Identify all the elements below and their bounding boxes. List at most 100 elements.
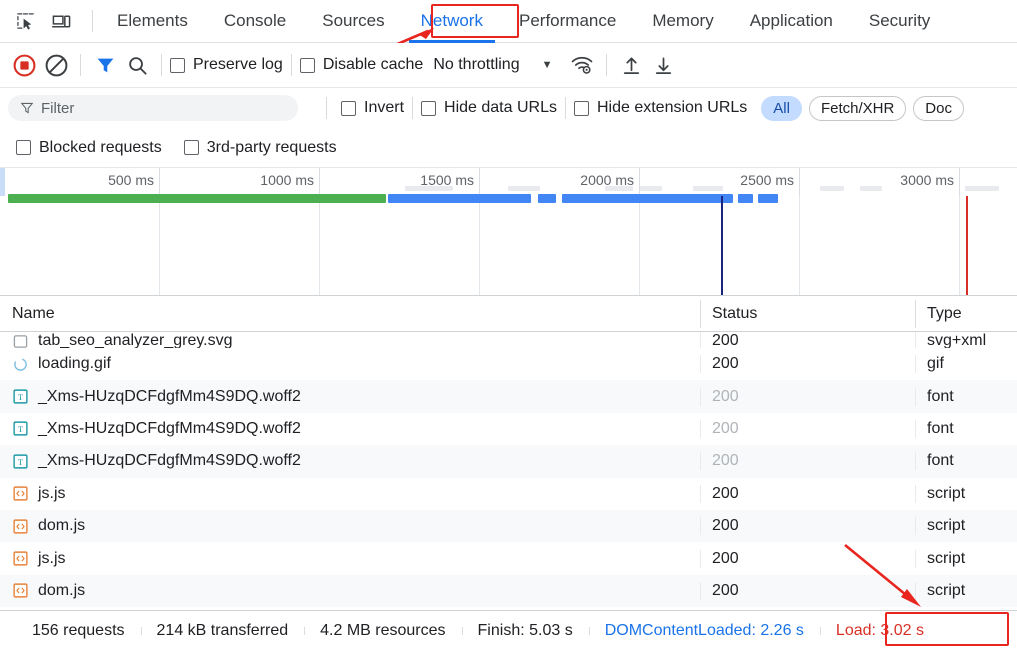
tab-network[interactable]: Network <box>403 0 501 43</box>
toolbar-divider-1 <box>80 54 81 76</box>
tabbar-divider <box>92 10 93 32</box>
third-party-requests-checkbox[interactable]: 3rd-party requests <box>184 139 337 157</box>
tab-elements[interactable]: Elements <box>99 0 206 43</box>
tab-memory[interactable]: Memory <box>634 0 731 43</box>
column-header-type[interactable]: Type <box>915 296 1017 332</box>
overview-band-blue <box>562 194 733 203</box>
table-row[interactable]: tab_seo_analyzer_grey.svg 200 svg+xml <box>0 332 1017 348</box>
request-name: dom.js <box>38 582 85 600</box>
cell-type: gif <box>915 355 1017 373</box>
disable-cache-checkbox[interactable]: Disable cache <box>300 56 424 74</box>
tab-console-label: Console <box>224 11 286 31</box>
hide-extension-urls-checkbox[interactable]: Hide extension URLs <box>574 99 747 117</box>
svg-file-icon <box>12 333 29 349</box>
request-name: js.js <box>38 485 66 503</box>
font-file-icon: T <box>12 388 29 405</box>
overview-tick-2500: 2500 ms <box>640 168 800 196</box>
table-row[interactable]: dom.js 200 script <box>0 575 1017 607</box>
cell-name: dom.js <box>0 582 700 600</box>
preserve-log-checkbox[interactable]: Preserve log <box>170 56 283 74</box>
status-resources: 4.2 MB resources <box>304 622 461 640</box>
table-row[interactable]: T _Xms-HUzqDCFdgfMm4S9DQ.woff2 200 font <box>0 380 1017 412</box>
load-event-marker <box>966 196 968 295</box>
tab-console[interactable]: Console <box>206 0 304 43</box>
request-name: _Xms-HUzqDCFdgfMm4S9DQ.woff2 <box>38 388 301 406</box>
status-requests: 156 requests <box>16 622 141 640</box>
import-har-icon[interactable] <box>615 49 647 81</box>
throttling-value: No throttling <box>433 56 519 74</box>
devtools-tool-icons <box>0 6 86 36</box>
cell-name: loading.gif <box>0 355 700 373</box>
overview-ghost-bar <box>405 186 453 191</box>
device-toolbar-icon[interactable] <box>46 6 76 36</box>
type-filter-fetch-xhr[interactable]: Fetch/XHR <box>809 96 906 121</box>
table-row[interactable]: loading.gif 200 gif <box>0 348 1017 380</box>
svg-text:T: T <box>18 457 23 467</box>
overview-gridline-3 <box>320 196 480 295</box>
type-filter-doc[interactable]: Doc <box>913 96 964 121</box>
wifi-settings-icon[interactable] <box>566 49 598 81</box>
overview-ghost-bar <box>965 186 999 191</box>
overview-band-blue <box>388 194 531 203</box>
cell-status: 200 <box>700 332 915 348</box>
overview-band-green <box>8 194 386 203</box>
tab-memory-label: Memory <box>652 11 713 31</box>
filter-divider-1 <box>412 97 413 119</box>
overview-ghost-bar <box>860 186 882 191</box>
record-stop-icon[interactable] <box>8 49 40 81</box>
throttling-select[interactable]: No throttling ▼ <box>433 56 552 74</box>
script-file-icon <box>12 485 29 502</box>
overview-tick-label-1000: 1000 ms <box>260 172 314 188</box>
font-file-icon: T <box>12 420 29 437</box>
filter-input[interactable]: Filter <box>8 95 298 121</box>
devtools-tabs: Elements Console Sources Network Perform… <box>99 0 948 43</box>
tab-performance[interactable]: Performance <box>501 0 634 43</box>
hide-data-urls-checkbox-box <box>421 101 436 116</box>
cell-status: 200 <box>700 517 915 535</box>
type-filter-fetch-xhr-label: Fetch/XHR <box>821 100 894 117</box>
cell-type: script <box>915 485 1017 503</box>
blocked-requests-checkbox-box <box>16 140 31 155</box>
table-row[interactable]: T _Xms-HUzqDCFdgfMm4S9DQ.woff2 200 font <box>0 413 1017 445</box>
preserve-log-label: Preserve log <box>193 56 283 74</box>
cell-name: dom.js <box>0 517 700 535</box>
clear-network-log-icon[interactable] <box>40 49 72 81</box>
cell-status: 200 <box>700 452 915 470</box>
overview-tick-1000: 1000 ms <box>160 168 320 196</box>
toolbar-divider-2 <box>161 54 162 76</box>
table-row[interactable]: T _Xms-HUzqDCFdgfMm4S9DQ.woff2 200 font <box>0 445 1017 477</box>
inspect-element-icon[interactable] <box>10 6 40 36</box>
svg-text:T: T <box>18 424 23 434</box>
invert-checkbox[interactable]: Invert <box>341 99 404 117</box>
request-name: _Xms-HUzqDCFdgfMm4S9DQ.woff2 <box>38 452 301 470</box>
cell-name: T _Xms-HUzqDCFdgfMm4S9DQ.woff2 <box>0 388 700 406</box>
overview-tick-2000: 2000 ms <box>480 168 640 196</box>
tab-sources[interactable]: Sources <box>304 0 402 43</box>
cell-name: T _Xms-HUzqDCFdgfMm4S9DQ.woff2 <box>0 420 700 438</box>
table-row[interactable]: js.js 200 script <box>0 478 1017 510</box>
hide-data-urls-checkbox[interactable]: Hide data URLs <box>421 99 557 117</box>
toolbar-divider-4 <box>606 54 607 76</box>
type-filter-all[interactable]: All <box>761 96 802 121</box>
third-party-requests-label: 3rd-party requests <box>207 139 337 157</box>
cell-type: svg+xml <box>915 332 1017 348</box>
disable-cache-label: Disable cache <box>323 56 424 74</box>
table-row[interactable]: dom.js 200 script <box>0 510 1017 542</box>
blocked-requests-checkbox[interactable]: Blocked requests <box>16 139 162 157</box>
column-header-name[interactable]: Name <box>0 296 700 332</box>
script-file-icon <box>12 550 29 567</box>
search-icon[interactable] <box>121 49 153 81</box>
tab-security[interactable]: Security <box>851 0 948 43</box>
font-file-icon: T <box>12 453 29 470</box>
tab-application[interactable]: Application <box>732 0 851 43</box>
filter-input-placeholder: Filter <box>41 100 74 117</box>
filter-funnel-icon[interactable] <box>89 49 121 81</box>
table-row[interactable]: js.js 200 script <box>0 542 1017 574</box>
tab-elements-label: Elements <box>117 11 188 31</box>
filter-divider-0 <box>326 97 327 119</box>
network-overview-timeline[interactable]: 500 ms 1000 ms 1500 ms 2000 ms 2500 ms 3… <box>0 168 1017 296</box>
column-header-status[interactable]: Status <box>700 296 915 332</box>
cell-type: script <box>915 517 1017 535</box>
status-dom-content-loaded: DOMContentLoaded: 2.26 s <box>589 622 820 640</box>
export-har-icon[interactable] <box>647 49 679 81</box>
